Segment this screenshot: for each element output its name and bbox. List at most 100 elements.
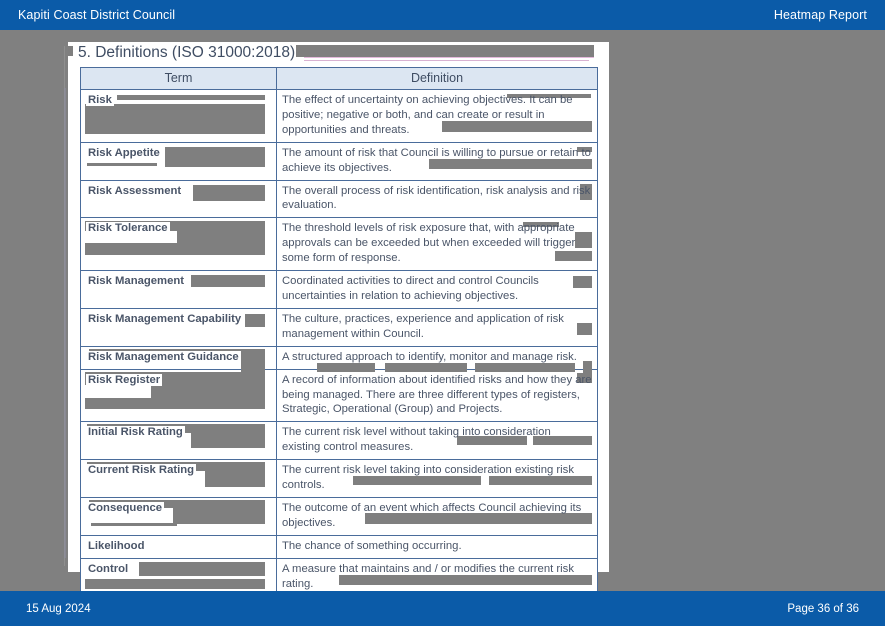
table-row: Risk Register A record of information ab… [80, 368, 598, 423]
term-label: Risk Assessment [86, 184, 184, 197]
definition-cell: The threshold levels of risk exposure th… [276, 217, 598, 272]
footer-date: 15 Aug 2024 [26, 602, 91, 615]
definition-cell: A record of information about identified… [276, 368, 598, 423]
table-row: Risk Tolerance The threshold levels of r… [80, 217, 598, 272]
term-label: Current Risk Rating [86, 464, 197, 477]
document-page: 5. Definitions (ISO 31000:2018) Term Def… [64, 42, 609, 597]
scan-artifact-pink-rule [304, 57, 594, 58]
redaction-block [85, 243, 265, 256]
redaction-block [151, 383, 265, 398]
table-row: Risk Management Coordinated activities t… [80, 270, 598, 309]
redaction-block [117, 95, 265, 100]
redaction-block [442, 121, 592, 132]
redaction-block [205, 470, 265, 488]
term-label: Risk Management Capability [86, 312, 244, 325]
term-cell: Risk Tolerance [80, 217, 277, 272]
scan-artifact-inner-rule [64, 88, 66, 558]
redaction-block-heading [296, 45, 594, 57]
definition-cell: The current risk level taking into consi… [276, 459, 598, 498]
term-cell: Current Risk Rating [80, 459, 277, 498]
term-label: Control [86, 562, 131, 575]
redaction-block [177, 231, 265, 244]
term-cell: Risk Management Guidance [80, 345, 277, 375]
definition-cell: The chance of something occurring. [276, 534, 598, 559]
definition-cell: A structured approach to identify, monit… [276, 345, 598, 373]
scan-artifact-pink-rule-2 [304, 60, 589, 61]
table-row: Risk Appetite The amount of risk that Co… [80, 141, 598, 181]
definitions-table: Term Definition Risk The effect of uncer… [80, 67, 598, 597]
redaction-block [489, 476, 592, 486]
table-row: Risk Assessment The overall process of r… [80, 179, 598, 219]
definition-cell: The culture, practices, experience and a… [276, 307, 598, 347]
table-header-row: Term Definition [80, 67, 598, 90]
redaction-block [139, 561, 265, 576]
app-header-bar: Kapiti Coast District Council Heatmap Re… [0, 0, 885, 30]
term-label: Risk Tolerance [86, 222, 170, 235]
definition-text: The overall process of risk identificati… [282, 184, 591, 212]
definition-text: The chance of something occurring. [282, 539, 462, 552]
redaction-block [575, 232, 592, 249]
footer-page-number: Page 36 of 36 [787, 602, 859, 615]
term-cell: Risk [80, 89, 277, 143]
table-row: Current Risk Rating The current risk lev… [80, 459, 598, 498]
table-row: Risk The effect of uncertainty on achiev… [80, 89, 598, 143]
definition-cell: Coordinated activities to direct and con… [276, 270, 598, 309]
table-row: Risk Management Guidance A structured ap… [80, 345, 598, 375]
column-header-term: Term [80, 67, 277, 90]
term-cell: Risk Assessment [80, 179, 277, 219]
term-cell: Risk Management Capability [80, 307, 277, 347]
redaction-block [365, 512, 592, 524]
definition-cell: The current risk level without taking in… [276, 421, 598, 461]
redaction-block [573, 276, 592, 289]
redaction-block [339, 574, 592, 585]
definition-text: Coordinated activities to direct and con… [282, 275, 539, 302]
table-row: Initial Risk Rating The current risk lev… [80, 421, 598, 461]
term-label: Consequence [86, 501, 165, 514]
redaction-block [429, 158, 592, 169]
term-label: Initial Risk Rating [86, 426, 185, 439]
redaction-block [577, 322, 592, 335]
redaction-block [85, 104, 265, 134]
term-label: Risk Management [86, 275, 187, 288]
term-label: Risk Appetite [86, 146, 162, 159]
redaction-block [87, 162, 157, 166]
definition-cell: The amount of risk that Council is willi… [276, 141, 598, 181]
report-title: Heatmap Report [773, 8, 867, 22]
term-cell: Likelihood [80, 534, 277, 559]
definition-text: A structured approach to identify, monit… [282, 350, 577, 363]
redaction-block [165, 146, 265, 167]
table-row: Consequence The outcome of an event whic… [80, 496, 598, 536]
redaction-block [85, 578, 265, 589]
column-header-definition: Definition [276, 67, 598, 90]
term-label: Likelihood [86, 539, 147, 552]
term-cell: Risk Appetite [80, 141, 277, 181]
organisation-name: Kapiti Coast District Council [18, 8, 176, 22]
definition-cell: The effect of uncertainty on achieving o… [276, 89, 598, 143]
table-row: Risk Management Capability The culture, … [80, 307, 598, 347]
term-label: Risk Register [86, 373, 163, 386]
definition-text: A record of information about identified… [282, 373, 592, 416]
redaction-block [191, 275, 265, 288]
definition-cell: The overall process of risk identificati… [276, 179, 598, 219]
term-cell: Consequence [80, 496, 277, 536]
redaction-block [191, 432, 265, 449]
redaction-block [173, 506, 265, 524]
redaction-block [245, 313, 265, 327]
redaction-block [555, 251, 592, 262]
table-row: Likelihood The chance of something occur… [80, 534, 598, 559]
redaction-block [353, 476, 481, 486]
redaction-block [91, 522, 177, 526]
term-label: Risk [86, 94, 114, 106]
term-cell: Initial Risk Rating [80, 421, 277, 461]
redaction-block [385, 362, 467, 372]
redaction-block [317, 362, 375, 372]
redaction-block-heading-left [68, 46, 73, 56]
term-cell: Risk Management [80, 270, 277, 309]
redaction-block [193, 184, 265, 201]
redaction-block [85, 397, 265, 409]
redaction-block [583, 360, 592, 373]
definition-cell: The outcome of an event which affects Co… [276, 496, 598, 536]
redaction-block [475, 362, 575, 372]
term-label: Risk Management Guidance [86, 350, 241, 363]
definition-text: The culture, practices, experience and a… [282, 312, 564, 340]
